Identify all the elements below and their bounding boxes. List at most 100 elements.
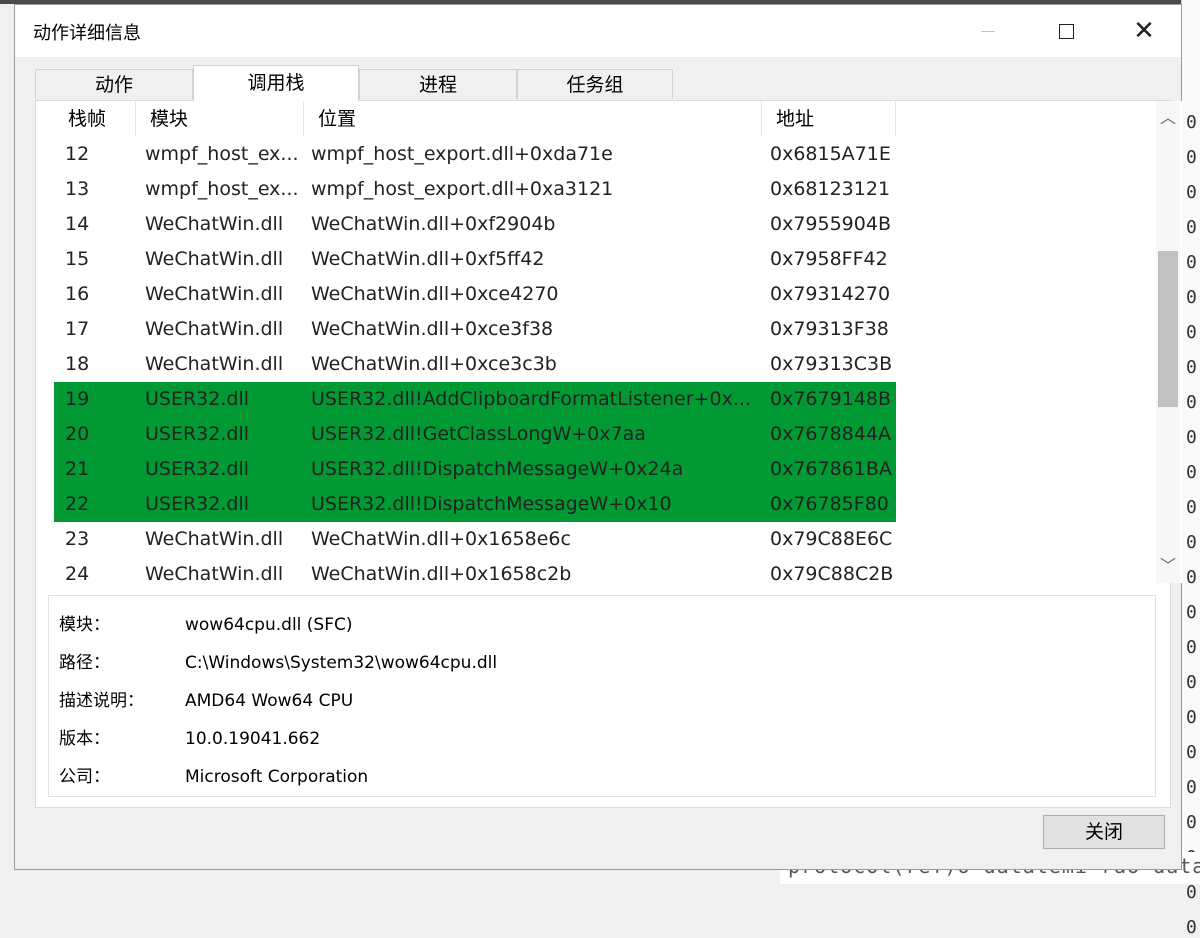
background-glyph: 0	[1186, 532, 1197, 553]
background-glyph: 0	[1186, 812, 1197, 833]
cell-address: 0x767861BA	[770, 458, 892, 480]
detail-row: 版本： 10.0.19041.662	[59, 724, 1139, 754]
vertical-scrollbar[interactable]: ︿ ﹀	[1156, 101, 1180, 583]
detail-value: 10.0.19041.662	[185, 729, 321, 749]
table-row[interactable]: 20 USER32.dll USER32.dll!GetClassLongW+0x7…	[54, 417, 896, 452]
table-row[interactable]: 22 USER32.dll USER32.dll!DispatchMessageW+…	[54, 487, 896, 522]
cell-address: 0x79313F38	[770, 318, 889, 340]
background-glyph: 0	[1186, 427, 1197, 448]
background-glyph: 0	[1186, 917, 1197, 938]
cell-location: WeChatWin.dll+0x1658c2b	[311, 563, 572, 583]
detail-value: C:\Windows\System32\wow64cpu.dll	[185, 653, 498, 673]
minimize-button[interactable]	[949, 5, 1027, 57]
detail-label: 模块：	[59, 615, 110, 635]
column-header-module[interactable]: 模块	[136, 101, 304, 137]
table-row[interactable]: 18 WeChatWin.dll WeChatWin.dll+0xce3c3b 0x7…	[54, 347, 896, 382]
cell-module: wmpf_host_ex...	[145, 143, 299, 165]
cell-module: WeChatWin.dll	[145, 318, 284, 340]
detail-label: 描述说明：	[59, 691, 144, 711]
cell-location: USER32.dll!DispatchMessageW+0x10	[311, 493, 672, 515]
cell-location: wmpf_host_export.dll+0xda71e	[311, 143, 613, 165]
cell-module: WeChatWin.dll	[145, 563, 284, 583]
background-glyph: 0	[1186, 777, 1197, 798]
background-glyph: 0	[1186, 637, 1197, 658]
cell-module: USER32.dll	[145, 493, 250, 515]
table-row[interactable]: 14 WeChatWin.dll WeChatWin.dll+0xf2904b 0x7…	[54, 207, 896, 242]
cell-frame: 22	[65, 493, 90, 515]
detail-value: Microsoft Corporation	[185, 767, 369, 787]
column-header-frame[interactable]: 栈帧	[54, 101, 136, 137]
close-icon: ✕	[1133, 16, 1155, 46]
list-header: 栈帧 模块 位置 地址	[54, 101, 1154, 137]
cell-location: USER32.dll!GetClassLongW+0x7aa	[311, 423, 646, 445]
tab-process[interactable]: 进程	[359, 69, 517, 99]
table-row[interactable]: 21 USER32.dll USER32.dll!DispatchMessageW+…	[54, 452, 896, 487]
background-glyph: 0	[1186, 707, 1197, 728]
cell-frame: 15	[65, 248, 90, 270]
scroll-up-arrow-icon[interactable]: ︿	[1156, 105, 1180, 131]
tab-task-group[interactable]: 任务组	[517, 69, 673, 99]
column-header-location[interactable]: 位置	[304, 101, 762, 137]
cell-frame: 17	[65, 318, 90, 340]
background-glyph: 0	[1186, 742, 1197, 763]
background-glyph: 0	[1186, 497, 1197, 518]
table-row[interactable]: 16 WeChatWin.dll WeChatWin.dll+0xce4270 0x7…	[54, 277, 896, 312]
cell-location: WeChatWin.dll+0xce3c3b	[311, 353, 557, 375]
close-button[interactable]: 关闭	[1043, 815, 1165, 849]
cell-location: WeChatWin.dll+0xce4270	[311, 283, 559, 305]
detail-row: 公司： Microsoft Corporation	[59, 762, 1139, 792]
close-window-button[interactable]: ✕	[1105, 5, 1183, 57]
background-glyph: 0	[1186, 392, 1197, 413]
background-app-edge: 000000000000000000000000	[1181, 0, 1200, 938]
cell-module: WeChatWin.dll	[145, 248, 284, 270]
cell-frame: 14	[65, 213, 90, 235]
call-stack-list[interactable]: 栈帧 模块 位置 地址 12 wmpf_host_ex... wmpf_host_e…	[54, 101, 1182, 583]
scroll-down-arrow-icon[interactable]: ﹀	[1156, 553, 1180, 579]
tab-call-stack[interactable]: 调用栈	[193, 65, 359, 101]
table-row[interactable]: 24 WeChatWin.dll WeChatWin.dll+0x1658c2b 0x…	[54, 557, 896, 583]
table-row[interactable]: 13 wmpf_host_ex... wmpf_host_export.dll+0x…	[54, 172, 896, 207]
cell-module: USER32.dll	[145, 458, 250, 480]
detail-row: 描述说明： AMD64 Wow64 CPU	[59, 686, 1139, 716]
cell-location: WeChatWin.dll+0xf2904b	[311, 213, 556, 235]
table-row[interactable]: 17 WeChatWin.dll WeChatWin.dll+0xce3f38 0x7…	[54, 312, 896, 347]
detail-label: 公司：	[59, 767, 110, 787]
background-glyph: 0	[1186, 217, 1197, 238]
table-row[interactable]: 19 USER32.dll USER32.dll!AddClipboardForma…	[54, 382, 896, 417]
table-row[interactable]: 23 WeChatWin.dll WeChatWin.dll+0x1658e6c 0x…	[54, 522, 896, 557]
scrollbar-thumb[interactable]	[1158, 250, 1178, 407]
cell-address: 0x79313C3B	[770, 353, 893, 375]
cell-frame: 21	[65, 458, 90, 480]
detail-label: 路径：	[59, 653, 110, 673]
minimize-icon	[981, 30, 995, 32]
cell-frame: 24	[65, 563, 90, 583]
cell-module: WeChatWin.dll	[145, 353, 284, 375]
call-stack-panel: 栈帧 模块 位置 地址 12 wmpf_host_ex... wmpf_host_e…	[35, 100, 1182, 808]
maximize-button[interactable]	[1027, 5, 1105, 57]
background-glyph: 0	[1186, 357, 1197, 378]
background-glyph: 0	[1186, 882, 1197, 903]
column-header-address[interactable]: 地址	[762, 101, 896, 137]
tab-action[interactable]: 动作	[35, 69, 193, 99]
background-glyph: 0	[1186, 322, 1197, 343]
cell-module: WeChatWin.dll	[145, 528, 284, 550]
background-glyph: 0	[1186, 287, 1197, 308]
detail-row: 路径： C:\Windows\System32\wow64cpu.dll	[59, 648, 1139, 678]
detail-value: wow64cpu.dll (SFC)	[185, 615, 353, 635]
cell-location: WeChatWin.dll+0xf5ff42	[311, 248, 545, 270]
cell-address: 0x7955904B	[770, 213, 891, 235]
cell-location: WeChatWin.dll+0x1658e6c	[311, 528, 571, 550]
cell-frame: 13	[65, 178, 90, 200]
table-row[interactable]: 12 wmpf_host_ex... wmpf_host_export.dll+0x…	[54, 137, 896, 172]
cell-address: 0x79C88E6C	[770, 528, 893, 550]
detail-value: AMD64 Wow64 CPU	[185, 691, 354, 711]
module-details: 模块： wow64cpu.dll (SFC) 路径： C:\Windows\Syste…	[48, 595, 1156, 797]
table-row[interactable]: 15 WeChatWin.dll WeChatWin.dll+0xf5ff42 0x7…	[54, 242, 896, 277]
background-glyph: 0	[1186, 252, 1197, 273]
background-glyph: 0	[1186, 112, 1197, 133]
cell-module: WeChatWin.dll	[145, 213, 284, 235]
title-bar[interactable]: 动作详细信息 ✕	[15, 5, 1181, 57]
cell-address: 0x7958FF42	[770, 248, 888, 270]
maximize-icon	[1058, 23, 1074, 39]
cell-address: 0x76785F80	[770, 493, 889, 515]
